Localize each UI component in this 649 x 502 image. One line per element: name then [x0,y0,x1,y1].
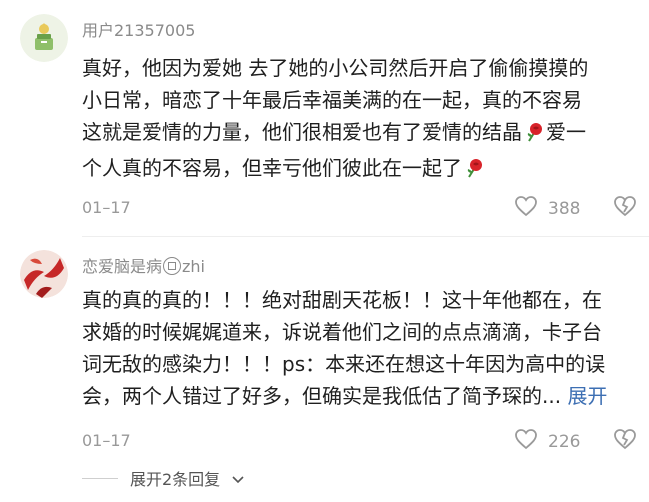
username-text: 恋爱脑是病 [82,257,163,276]
comment-line: 词无敌的感染力！！！ps：本来还在想这十年因为高中的误 [82,352,606,376]
broken-heart-icon [613,196,637,221]
comment-date: 01–17 [82,198,131,217]
like-count: 226 [548,431,581,452]
comment-date: 01–17 [82,431,131,450]
divider [82,236,649,237]
broken-heart-icon [613,429,637,454]
comment-line: 真好，他因为爱她 去了她的小公司然后开启了偷偷摸摸的 [82,56,589,80]
rose-emoji-icon [463,156,485,188]
expand-replies-button[interactable]: 展开2条回复 [82,466,244,490]
character-badge-icon [163,257,182,275]
chevron-down-icon [232,469,244,488]
rose-emoji-icon [523,120,545,152]
comment-text: 真好，他因为爱她 去了她的小公司然后开启了偷偷摸摸的 小日常，暗恋了十年最后幸福… [82,52,642,188]
comment-line: 真的真的真的！！！绝对甜剧天花板！！这十年他都在，在 [82,288,602,312]
dislike-button[interactable] [613,428,637,454]
avatar[interactable] [20,14,68,62]
username[interactable]: 用户21357005 [82,21,195,41]
comment-line: 个人真的不容易，但幸亏他们彼此在一起了 [82,152,642,188]
expand-link[interactable]: 展开 [567,384,607,408]
like-button[interactable]: 388 [514,195,580,222]
username-suffix: zhi [182,257,205,276]
username[interactable]: 恋爱脑是病 zhi [82,257,205,277]
comment-line: 求婚的时候娓娓道来，诉说着他们之间的点点滴滴，卡子台 [82,320,602,344]
comment-line: 这就是爱情的力量，他们很相爱也有了爱情的结晶 爱一 [82,116,642,152]
heart-outline-icon [514,195,538,222]
avatar[interactable] [20,250,68,298]
like-button[interactable]: 226 [514,428,580,455]
expand-replies-label: 展开2条回复 [130,470,221,489]
like-count: 388 [548,198,581,219]
comment-text: 真的真的真的！！！绝对甜剧天花板！！这十年他都在，在 求婚的时候娓娓道来，诉说着… [82,284,642,412]
divider-line [82,477,118,479]
comment-line: 会，两个人错过了好多，但确实是我低估了简予琛的... 展开 [82,384,608,408]
dislike-button[interactable] [613,195,637,221]
comment-line: 小日常，暗恋了十年最后幸福美满的在一起，真的不容易 [82,88,582,112]
heart-outline-icon [514,428,538,455]
